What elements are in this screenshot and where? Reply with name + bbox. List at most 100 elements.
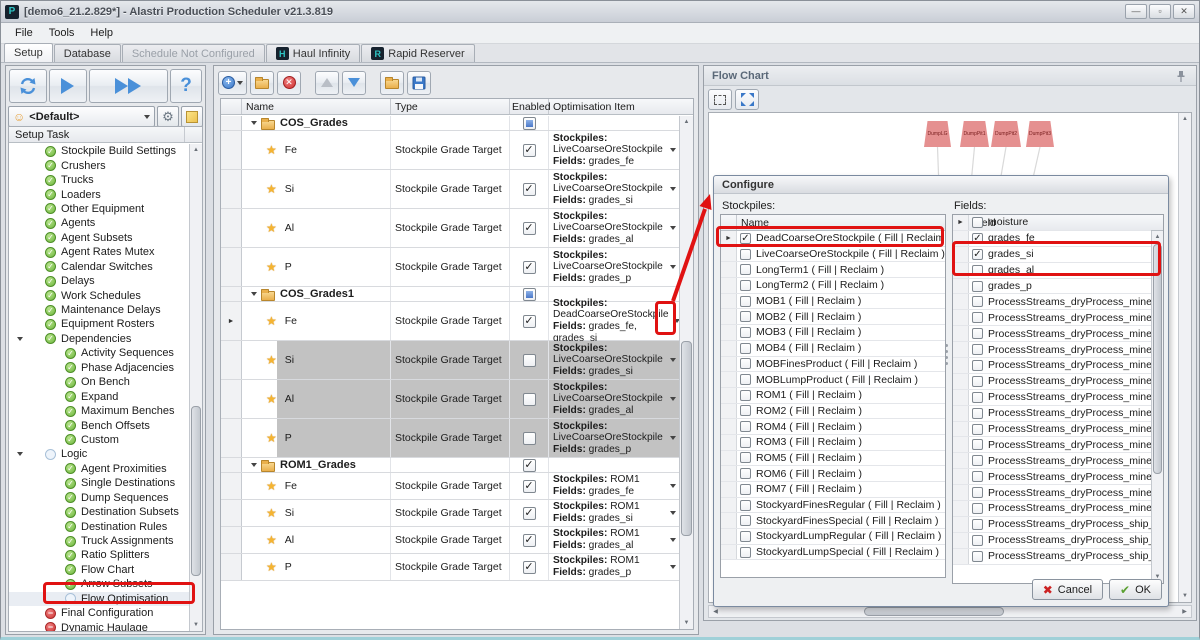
- column-optimisation-item[interactable]: Optimisation Item: [549, 99, 693, 114]
- ok-button[interactable]: ✔OK: [1109, 579, 1162, 600]
- tree-item-maintenance-delays[interactable]: ✓Maintenance Delays: [9, 303, 189, 317]
- cancel-button[interactable]: ✖Cancel: [1032, 579, 1103, 600]
- checkbox[interactable]: ✓: [523, 534, 536, 547]
- import-button[interactable]: [380, 71, 404, 95]
- enabled-cell[interactable]: [510, 287, 549, 301]
- tree-item-loaders[interactable]: ✓Loaders: [9, 187, 189, 201]
- stockpile-row-rom7[interactable]: ROM7 ( Fill | Reclaim ): [721, 482, 945, 498]
- item-row-p[interactable]: ★PStockpile Grade Target✓Stockpiles: ROM…: [221, 554, 679, 581]
- item-row-si[interactable]: ★SiStockpile Grade TargetStockpiles:Live…: [221, 341, 679, 380]
- field-row-moisture-0[interactable]: ►moisture: [953, 215, 1151, 231]
- menu-tools[interactable]: Tools: [41, 25, 83, 41]
- group-row-cos-grades[interactable]: COS_Grades: [221, 116, 679, 131]
- scroll-up-icon[interactable]: ▲: [1152, 231, 1163, 243]
- move-down-button[interactable]: [342, 71, 366, 95]
- field-row-processstreams-dryprocess-mine-subpro-17[interactable]: ProcessStreams_dryProcess_mine_SubPro...: [953, 485, 1151, 501]
- tree-item-destination-rules[interactable]: ✓Destination Rules: [9, 519, 189, 533]
- optimisation-item-dropdown[interactable]: Stockpiles:LiveCoarseOreStockpileFields:…: [549, 341, 679, 379]
- stockpile-row-moblumpproduct[interactable]: MOBLumpProduct ( Fill | Reclaim ): [721, 372, 945, 388]
- stockpile-row-livecoarseorestockpile[interactable]: LiveCoarseOreStockpile ( Fill | Reclaim …: [721, 247, 945, 263]
- checkbox[interactable]: [740, 358, 751, 369]
- checkbox[interactable]: [740, 468, 751, 479]
- field-row-processstreams-dryprocess-mine-grades-p-9[interactable]: ProcessStreams_dryProcess_mine_grades_p: [953, 358, 1151, 374]
- field-row-grades-fe-1[interactable]: ✓grades_fe: [953, 231, 1151, 247]
- tree-item-maximum-benches[interactable]: ✓Maximum Benches: [9, 404, 189, 418]
- checkbox[interactable]: [972, 535, 983, 546]
- checkbox[interactable]: [972, 424, 983, 435]
- optimisation-item-dropdown[interactable]: Stockpiles:LiveCoarseOreStockpileFields:…: [549, 209, 679, 247]
- checkbox[interactable]: [972, 487, 983, 498]
- item-row-fe[interactable]: ►★FeStockpile Grade Target✓Stockpiles:De…: [221, 302, 679, 341]
- checkbox[interactable]: [972, 392, 983, 403]
- checkbox[interactable]: [972, 328, 983, 339]
- tree-item-dump-sequences[interactable]: ✓Dump Sequences: [9, 491, 189, 505]
- field-row-processstreams-dryprocess-mine-subpro-11[interactable]: ProcessStreams_dryProcess_mine_SubPro...: [953, 390, 1151, 406]
- canvas-hscroll-thumb[interactable]: [864, 607, 1004, 616]
- scroll-left-icon[interactable]: ◀: [709, 606, 722, 617]
- checkbox[interactable]: [972, 376, 983, 387]
- flow-node-dumppit2[interactable]: DumpPit2: [991, 121, 1021, 147]
- canvas-vscrollbar[interactable]: ▲ ▼: [1178, 113, 1191, 602]
- enabled-cell[interactable]: ✓: [510, 554, 549, 580]
- delete-button[interactable]: ✕: [277, 71, 301, 95]
- enabled-cell[interactable]: [510, 419, 549, 457]
- checkbox[interactable]: [972, 455, 983, 466]
- tree-item-truck-assignments[interactable]: ✓Truck Assignments: [9, 534, 189, 548]
- row-header[interactable]: [221, 419, 242, 457]
- stockpile-row-rom2[interactable]: ROM2 ( Fill | Reclaim ): [721, 404, 945, 420]
- chevron-down-icon[interactable]: [670, 484, 676, 488]
- move-up-button[interactable]: [315, 71, 339, 95]
- optimisation-item-dropdown[interactable]: Stockpiles: ROM1Fields: grades_al: [549, 527, 679, 553]
- save-button[interactable]: [407, 71, 431, 95]
- chevron-down-icon[interactable]: [670, 511, 676, 515]
- row-header[interactable]: [221, 116, 242, 130]
- checkbox[interactable]: [740, 264, 751, 275]
- table-scroll-thumb[interactable]: [681, 341, 692, 536]
- checkbox[interactable]: ✓: [523, 480, 536, 493]
- tree-item-other-equipment[interactable]: ✓Other Equipment: [9, 202, 189, 216]
- checkbox[interactable]: ✓: [523, 261, 536, 274]
- checkbox[interactable]: ✓: [523, 222, 536, 235]
- optimisation-item-dropdown[interactable]: Stockpiles: ROM1Fields: grades_si: [549, 500, 679, 526]
- checkbox[interactable]: ✓: [523, 144, 536, 157]
- tab-database[interactable]: Database: [54, 44, 121, 62]
- field-row-processstreams-dryprocess-mine-moisture-5[interactable]: ProcessStreams_dryProcess_mine_moisture: [953, 294, 1151, 310]
- checkbox[interactable]: [740, 547, 751, 558]
- maximize-button[interactable]: ▫: [1149, 4, 1171, 19]
- chevron-down-icon[interactable]: [670, 187, 676, 191]
- checkbox[interactable]: [740, 437, 751, 448]
- tree-item-agent-rates-mutex[interactable]: ✓Agent Rates Mutex: [9, 245, 189, 259]
- field-row-processstreams-dryprocess-ship-grades-fe-20[interactable]: ProcessStreams_dryProcess_ship_grades_fe: [953, 533, 1151, 549]
- tree-item-work-schedules[interactable]: ✓Work Schedules: [9, 288, 189, 302]
- optimisation-item-dropdown[interactable]: Stockpiles:LiveCoarseOreStockpileFields:…: [549, 380, 679, 418]
- row-header[interactable]: [221, 380, 242, 418]
- select-region-button[interactable]: [708, 89, 732, 110]
- field-row-processstreams-dryprocess-mine-subpro-14[interactable]: ProcessStreams_dryProcess_mine_SubPro...: [953, 437, 1151, 453]
- checkbox[interactable]: ✓: [523, 183, 536, 196]
- column-type[interactable]: Type: [391, 99, 510, 114]
- tree-item-final-configuration[interactable]: −Final Configuration: [9, 606, 189, 620]
- enabled-cell[interactable]: ✓: [510, 209, 549, 247]
- stockpile-row-longterm1[interactable]: LongTerm1 ( Fill | Reclaim ): [721, 262, 945, 278]
- checkbox[interactable]: [523, 288, 536, 301]
- stockpile-row-stockyardfinesspecial[interactable]: StockyardFinesSpecial ( Fill | Reclaim ): [721, 513, 945, 529]
- add-button[interactable]: +: [218, 71, 247, 95]
- checkbox[interactable]: [740, 405, 751, 416]
- tree-item-delays[interactable]: ✓Delays: [9, 274, 189, 288]
- tree-item-arrow-subsets[interactable]: ✓Arrow Subsets: [9, 577, 189, 591]
- tree-item-agent-proximities[interactable]: ✓Agent Proximities: [9, 462, 189, 476]
- tree-item-equipment-rosters[interactable]: ✓Equipment Rosters: [9, 317, 189, 331]
- row-header[interactable]: [221, 554, 242, 580]
- checkbox[interactable]: [740, 296, 751, 307]
- optimisation-item-dropdown[interactable]: Stockpiles: ROM1Fields: grades_fe: [549, 473, 679, 499]
- expander-icon[interactable]: [251, 121, 257, 125]
- row-header[interactable]: [221, 170, 242, 208]
- tree-item-stockpile-build-settings[interactable]: ✓Stockpile Build Settings: [9, 144, 189, 158]
- checkbox[interactable]: [972, 503, 983, 514]
- stockpile-row-rom5[interactable]: ROM5 ( Fill | Reclaim ): [721, 451, 945, 467]
- tree-item-single-destinations[interactable]: ✓Single Destinations: [9, 476, 189, 490]
- run-all-button[interactable]: [89, 69, 169, 103]
- item-row-fe[interactable]: ★FeStockpile Grade Target✓Stockpiles: RO…: [221, 473, 679, 500]
- checkbox[interactable]: ✓: [523, 561, 536, 574]
- checkbox[interactable]: [972, 296, 983, 307]
